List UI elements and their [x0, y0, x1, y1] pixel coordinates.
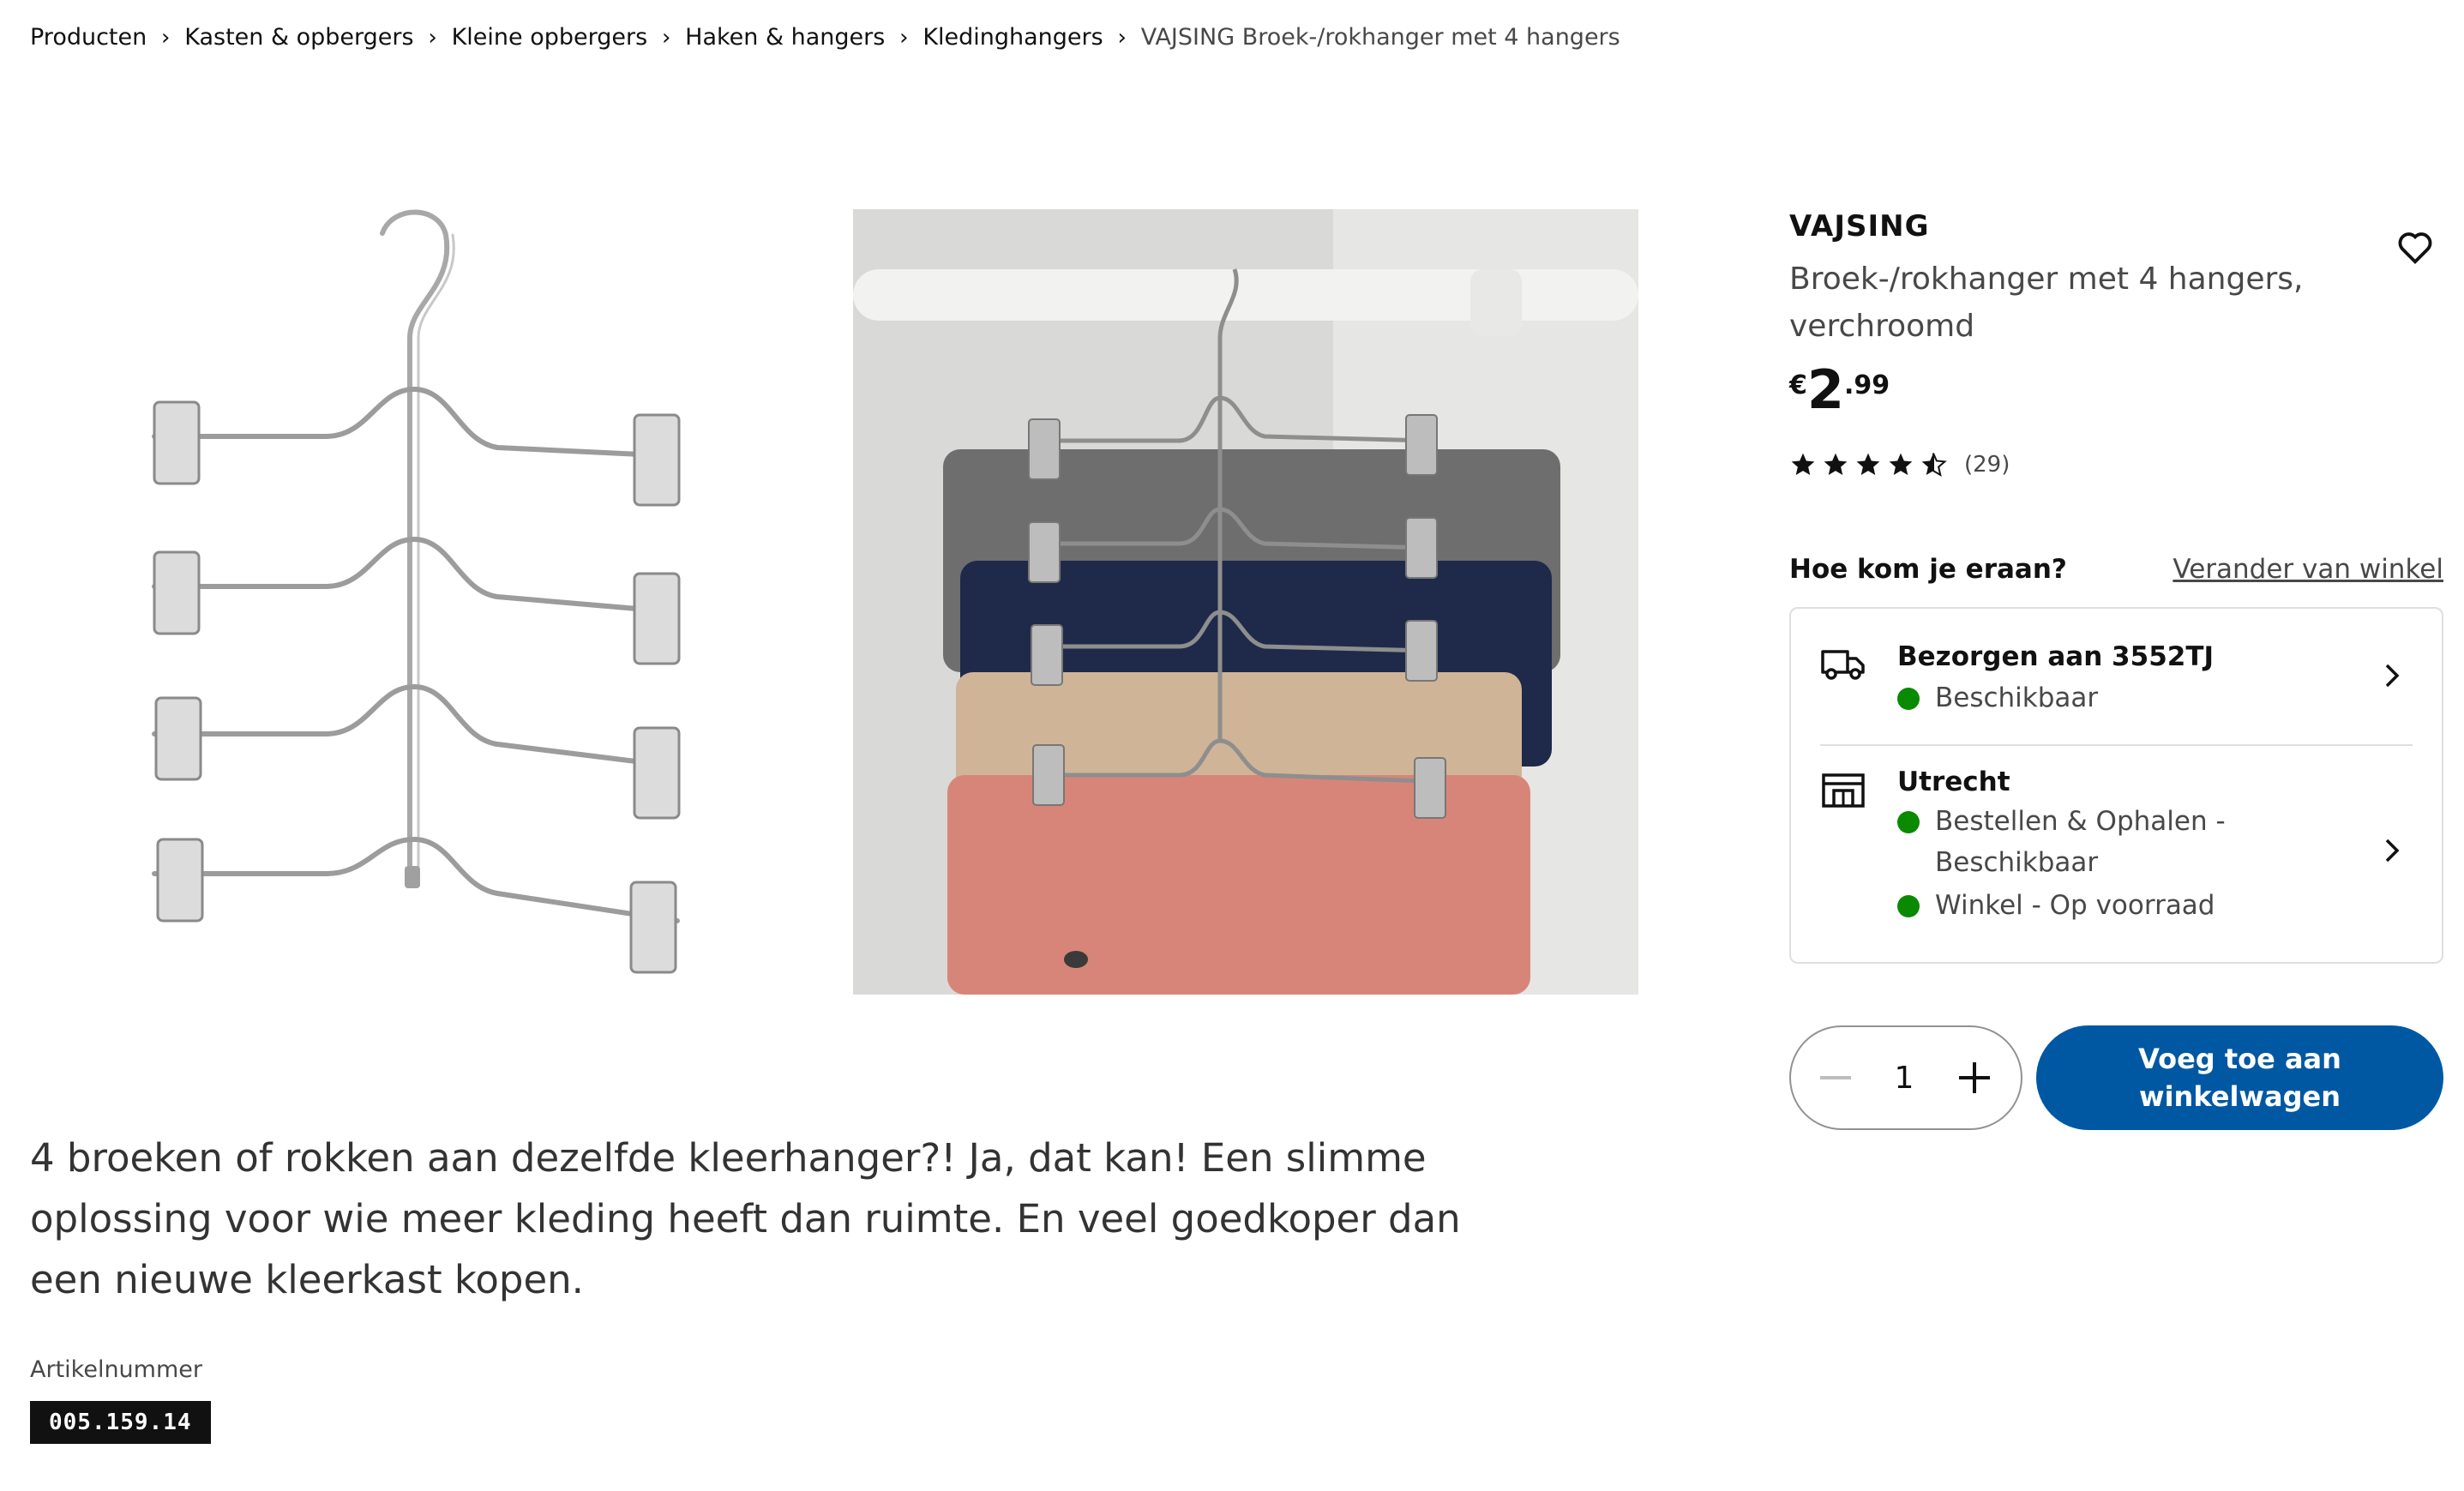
availability-box: Bezorgen aan 3552TJ Beschikbaar Utrecht …	[1789, 607, 2443, 964]
store-title: Utrecht	[1897, 767, 2010, 797]
delivery-status-text: Beschikbaar	[1935, 682, 2099, 713]
store-pickup-status: Bestellen & Ophalen - Beschikbaar	[1897, 801, 2257, 883]
status-dot	[1897, 688, 1920, 710]
product-price: € 2 .99	[1789, 364, 2443, 417]
product-image-hanger[interactable]	[120, 209, 720, 995]
star-full-icon	[1824, 453, 1848, 475]
product-description: 4 broeken of rokken aan dezelfde kleerha…	[30, 1135, 1461, 1302]
store-icon	[1822, 773, 1865, 808]
breadcrumb-separator: ›	[899, 24, 909, 51]
truck-icon	[1821, 650, 1865, 680]
store-option[interactable]: Utrecht Bestellen & Ophalen - Beschikbaa…	[1791, 746, 2442, 964]
delivery-title: Bezorgen aan 3552TJ	[1897, 641, 2215, 672]
product-subtitle: Broek-/rokhanger met 4 hangers, verchroo…	[1789, 262, 2304, 344]
breadcrumb-separator: ›	[1117, 24, 1127, 51]
availability-header: Hoe kom je eraan? Verander van winkel	[1789, 554, 2443, 585]
breadcrumb-item-kasten-opbergers[interactable]: Kasten & opbergers	[184, 24, 413, 51]
price-decimals: .99	[1844, 370, 1890, 400]
chevron-right-icon	[2385, 839, 2400, 863]
store-stock-text: Winkel - Op voorraad	[1935, 890, 2215, 921]
breadcrumb-item-kledinghangers[interactable]: Kledinghangers	[922, 24, 1103, 51]
quantity-stepper: 1	[1789, 1025, 2022, 1130]
product-rating[interactable]: (29)	[1789, 451, 2443, 478]
article-number-label: Artikelnummer	[30, 1356, 202, 1383]
product-brand: VAJSING	[1789, 209, 1930, 243]
star-full-icon	[1889, 453, 1913, 475]
heart-icon[interactable]	[2395, 228, 2435, 268]
rating-count: (29)	[1964, 452, 2010, 478]
breadcrumb-separator: ›	[161, 24, 171, 51]
status-dot	[1897, 811, 1920, 833]
star-half-icon	[1921, 453, 1947, 478]
star-full-icon	[1791, 453, 1815, 475]
price-currency: €	[1789, 370, 1807, 400]
breadcrumb-separator: ›	[661, 24, 671, 51]
breadcrumb-item-producten[interactable]: Producten	[30, 24, 147, 51]
breadcrumb: Producten › Kasten & opbergers › Kleine …	[30, 24, 1620, 51]
breadcrumb-separator: ›	[428, 24, 437, 51]
breadcrumb-item-haken-hangers[interactable]: Haken & hangers	[685, 24, 885, 51]
product-image-in-use[interactable]	[853, 209, 1638, 995]
article-number: 005.159.14	[30, 1401, 211, 1444]
store-stock-status: Winkel - Op voorraad	[1897, 885, 2215, 926]
chevron-right-icon	[2385, 664, 2400, 688]
status-dot	[1897, 895, 1920, 917]
product-info-panel: VAJSING Broek-/rokhanger met 4 hangers, …	[1789, 209, 2443, 1130]
delivery-option[interactable]: Bezorgen aan 3552TJ Beschikbaar	[1791, 609, 2442, 744]
rating-stars	[1789, 451, 1947, 478]
add-to-cart-button[interactable]: Voeg toe aan winkelwagen	[2036, 1025, 2443, 1130]
decrease-quantity-button[interactable]	[1820, 1076, 1851, 1079]
star-full-icon	[1856, 453, 1880, 475]
breadcrumb-current: VAJSING Broek-/rokhanger met 4 hangers	[1140, 24, 1620, 51]
delivery-status: Beschikbaar	[1897, 677, 2098, 718]
breadcrumb-item-kleine-opbergers[interactable]: Kleine opbergers	[452, 24, 648, 51]
increase-quantity-button[interactable]	[1957, 1061, 1992, 1095]
availability-title: Hoe kom je eraan?	[1789, 554, 2067, 585]
quantity-value[interactable]: 1	[1895, 1061, 1914, 1096]
change-store-link[interactable]: Verander van winkel	[2173, 554, 2443, 585]
price-integer: 2	[1806, 358, 1845, 421]
store-pickup-text: Bestellen & Ophalen - Beschikbaar	[1935, 806, 2226, 878]
